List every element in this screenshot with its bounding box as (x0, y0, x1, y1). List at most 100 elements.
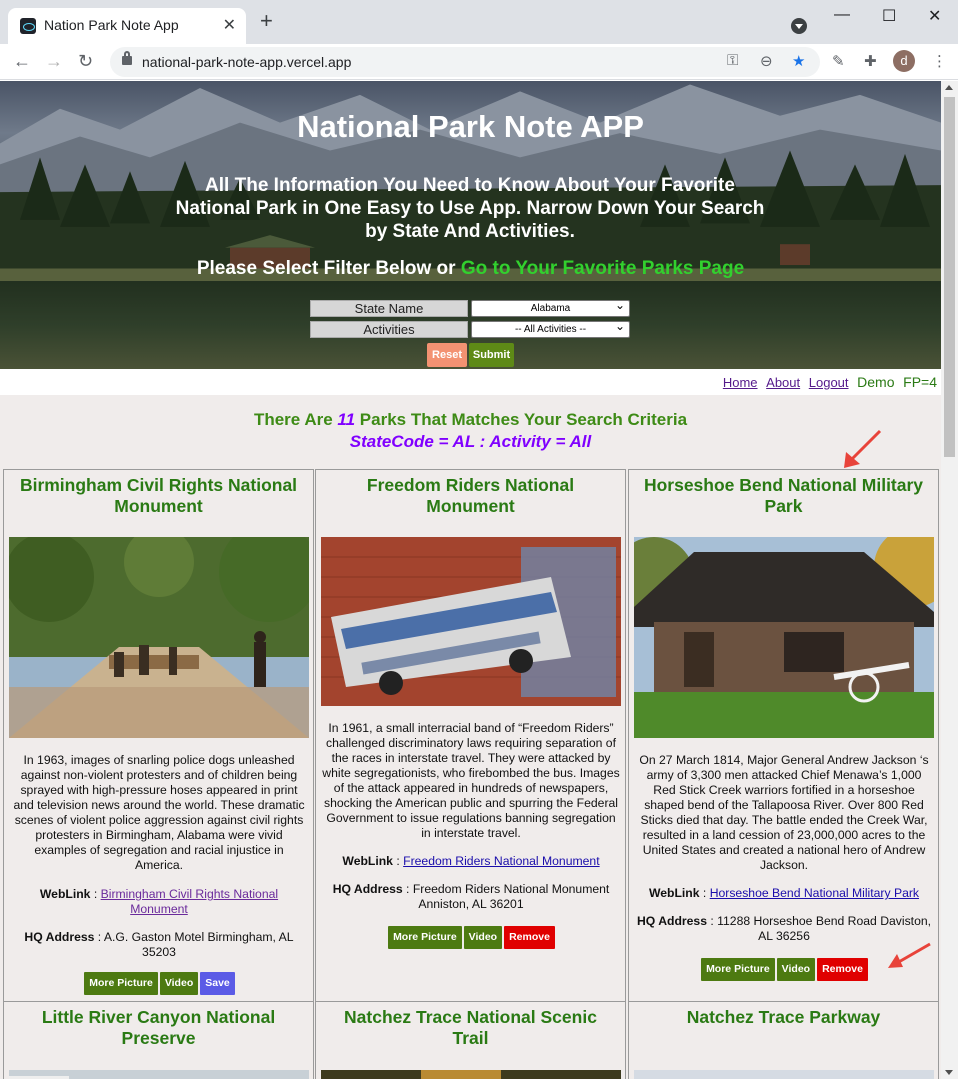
username: Demo (857, 374, 895, 390)
save-button[interactable]: Save (200, 972, 235, 995)
tab-title: Nation Park Note App (44, 17, 179, 33)
page-title: National Park Note APP (297, 109, 644, 144)
logout-link[interactable]: Logout (809, 375, 849, 390)
favorite-count: FP=4 (903, 374, 937, 390)
annotation-arrow-icon (844, 429, 882, 468)
reset-button[interactable]: Reset (427, 343, 467, 367)
tagline: All The Information You Need to Know Abo… (175, 175, 765, 242)
park-title: Birmingham Civil Rights National Monumen… (19, 475, 298, 516)
scroll-up-icon[interactable] (945, 85, 953, 90)
bookmark-star-icon[interactable]: ★ (792, 52, 805, 70)
park-weblink-line: WebLink : Birmingham Civil Rights Nation… (39, 887, 279, 916)
reload-icon[interactable]: ↻ (78, 51, 93, 72)
hq-label: HQ Address (636, 914, 707, 928)
results-summary: There Are 11 Parks That Matches Your Sea… (0, 410, 941, 452)
park-hq-address: Freedom Riders National Monument Annisto… (412, 882, 610, 911)
hq-label: HQ Address (332, 882, 403, 896)
results-count-line: There Are 11 Parks That Matches Your Sea… (0, 410, 941, 430)
park-photo[interactable] (634, 537, 934, 738)
activities-filter-row: Activities -- All Activities -- (310, 319, 630, 339)
park-title: Natchez Trace Parkway (686, 1007, 881, 1027)
results-suffix: Parks That Matches Your Search Criteria (355, 410, 688, 429)
activities-select[interactable]: -- All Activities -- (471, 319, 630, 338)
browser-tab[interactable]: Nation Park Note App ✕ (8, 8, 246, 44)
park-photo[interactable] (634, 1070, 934, 1079)
park-weblink-line: WebLink : Freedom Riders National Monume… (342, 854, 600, 868)
forward-icon[interactable]: → (45, 51, 63, 72)
maximize-icon[interactable]: ☐ (882, 6, 896, 26)
hero-banner: National Park Note APP All The Informati… (0, 81, 941, 369)
park-photo[interactable] (321, 1070, 621, 1079)
menu-dots-icon[interactable]: ⋮ (932, 52, 947, 70)
activities-label: Activities (310, 321, 468, 338)
park-description: In 1963, images of snarling police dogs … (13, 753, 305, 872)
key-icon[interactable]: ⚿ (727, 52, 738, 69)
close-tab-icon[interactable]: ✕ (223, 15, 236, 35)
results-count: 11 (337, 410, 356, 429)
home-link[interactable]: Home (723, 375, 758, 390)
video-button[interactable]: Video (776, 958, 816, 981)
page-viewport: National Park Note APP All The Informati… (0, 81, 941, 1079)
park-card: Natchez Trace National Scenic Trail (315, 1001, 626, 1079)
scrollbar-thumb[interactable] (944, 97, 955, 457)
park-description: On 27 March 1814, Major General Andrew J… (639, 753, 929, 872)
card-actions: More Picture Video Save (4, 972, 315, 995)
close-window-icon[interactable]: ✕ (928, 6, 941, 26)
park-hq-line: HQ Address : Freedom Riders National Mon… (332, 882, 610, 911)
minimize-icon[interactable]: — (834, 6, 850, 24)
extensions-puzzle-icon[interactable]: ✚ (864, 52, 877, 70)
park-weblink[interactable]: Horseshoe Bend National Military Park (710, 886, 919, 900)
eyedropper-extension-icon[interactable]: ✎ (832, 52, 845, 70)
results-prefix: There Are (253, 410, 338, 429)
video-button[interactable]: Video (159, 972, 199, 995)
video-button[interactable]: Video (463, 926, 503, 949)
url-text[interactable]: national-park-note-app.vercel.app (142, 54, 351, 70)
page-scrollbar[interactable] (941, 81, 958, 1079)
park-hq-line: HQ Address : A.G. Gaston Motel Birmingha… (24, 930, 294, 959)
user-nav-bar: Home About Logout Demo FP=4 (0, 369, 941, 395)
weblink-label: WebLink (648, 886, 700, 900)
park-card: Freedom Riders National Monument In 1961… (315, 469, 626, 1002)
park-weblink[interactable]: Birmingham Civil Rights National Monumen… (101, 887, 278, 916)
park-photo[interactable] (321, 537, 621, 706)
filter-prompt-text: Please Select Filter Below or (196, 258, 461, 279)
park-card: Little River Canyon National Preserve (3, 1001, 314, 1079)
remove-button[interactable]: Remove (817, 958, 868, 981)
park-card: Horseshoe Bend National Military Park On… (628, 469, 939, 1002)
card-actions: More Picture Video Remove (316, 926, 627, 949)
state-filter-row: State Name Alabama (310, 298, 630, 318)
park-card: Natchez Trace Parkway (628, 1001, 939, 1079)
browser-toolbar: ← → ↻ national-park-note-app.vercel.app … (0, 44, 958, 80)
more-picture-button[interactable]: More Picture (388, 926, 462, 949)
weblink-label: WebLink (342, 854, 393, 868)
results-criteria: StateCode = AL : Activity = All (349, 432, 592, 451)
browser-tab-strip: Nation Park Note App ✕ + — ☐ ✕ (0, 0, 958, 44)
back-icon[interactable]: ← (13, 51, 31, 72)
address-bar[interactable]: national-park-note-app.vercel.app ⚿ ⊖ ★ (110, 47, 820, 77)
hq-label: HQ Address (24, 930, 95, 944)
park-title: Horseshoe Bend National Military Park (643, 475, 924, 516)
park-photo[interactable] (9, 1070, 309, 1079)
park-title: Freedom Riders National Monument (366, 475, 575, 516)
park-card: Birmingham Civil Rights National Monumen… (3, 469, 314, 1002)
about-link[interactable]: About (766, 375, 800, 390)
scroll-down-icon[interactable] (945, 1070, 953, 1075)
favorites-link[interactable]: Go to Your Favorite Parks Page (461, 258, 744, 279)
lock-icon[interactable] (122, 51, 132, 65)
park-title: Natchez Trace National Scenic Trail (344, 1007, 597, 1048)
weblink-label: WebLink (39, 887, 91, 901)
submit-button[interactable]: Submit (469, 343, 514, 367)
state-select[interactable]: Alabama (471, 298, 630, 317)
more-picture-button[interactable]: More Picture (84, 972, 158, 995)
park-weblink[interactable]: Freedom Riders National Monument (403, 854, 599, 868)
park-hq-address: A.G. Gaston Motel Birmingham, AL 35203 (103, 930, 294, 959)
park-photo[interactable] (9, 537, 309, 738)
new-tab-icon[interactable]: + (260, 10, 273, 32)
annotation-arrow-icon (888, 942, 931, 968)
tab-search-icon[interactable] (791, 18, 807, 34)
remove-button[interactable]: Remove (504, 926, 555, 949)
profile-avatar[interactable]: d (893, 50, 915, 72)
zoom-icon[interactable]: ⊖ (760, 52, 773, 70)
more-picture-button[interactable]: More Picture (701, 958, 775, 981)
park-weblink-line: WebLink : Horseshoe Bend National Milita… (648, 886, 920, 900)
